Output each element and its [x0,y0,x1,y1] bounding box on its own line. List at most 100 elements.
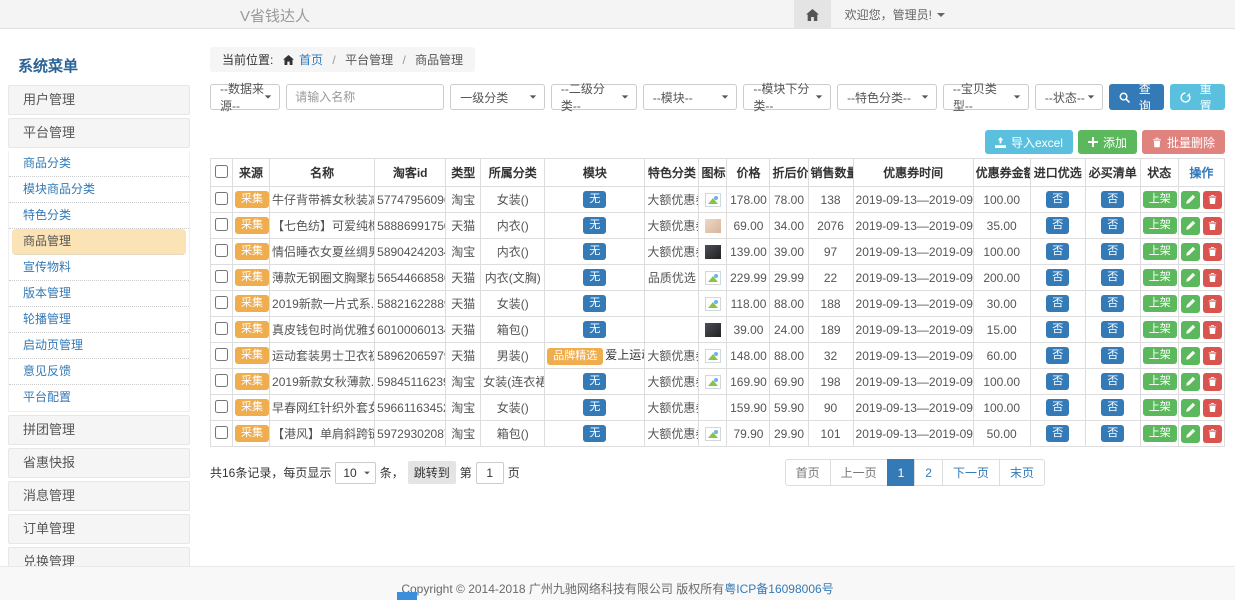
search-button[interactable]: 查询 [1109,84,1164,110]
filter-name-input[interactable] [286,84,444,110]
must-buy-badge[interactable]: 否 [1101,425,1124,442]
status-badge[interactable]: 上架 [1143,425,1177,442]
status-badge[interactable]: 上架 [1143,243,1177,260]
sidebar-subitem[interactable]: 商品管理 [12,229,186,255]
row-checkbox[interactable] [215,426,228,439]
row-checkbox[interactable] [215,270,228,283]
import-select-badge[interactable]: 否 [1046,321,1069,338]
delete-button[interactable] [1203,399,1222,417]
must-buy-badge[interactable]: 否 [1101,321,1124,338]
add-button[interactable]: 添加 [1078,130,1137,154]
filter-select-module[interactable]: --模块-- [643,84,738,110]
delete-button[interactable] [1203,217,1222,235]
import-excel-button[interactable]: 导入excel [985,130,1073,154]
select-all-checkbox[interactable] [215,165,228,178]
must-buy-badge[interactable]: 否 [1101,399,1124,416]
sidebar-subitem[interactable]: 轮播管理 [9,307,189,333]
sidebar-group[interactable]: 平台管理 [8,118,190,148]
sidebar-subitem[interactable]: 商品分类 [9,151,189,177]
edit-button[interactable] [1181,217,1200,235]
edit-button[interactable] [1181,243,1200,261]
must-buy-badge[interactable]: 否 [1101,269,1124,286]
sidebar-subitem[interactable]: 特色分类 [9,203,189,229]
delete-button[interactable] [1203,347,1222,365]
sidebar-subitem[interactable]: 宣传物料 [9,255,189,281]
page-button[interactable]: 末页 [999,459,1045,486]
filter-select-level1-category[interactable]: 一级分类 [450,84,545,110]
filter-select-feature-category[interactable]: --特色分类-- [837,84,937,110]
sidebar-subitem[interactable]: 启动页管理 [9,333,189,359]
row-checkbox[interactable] [215,348,228,361]
user-menu[interactable]: 欢迎您，管理员! [845,6,945,23]
edit-button[interactable] [1181,425,1200,443]
breadcrumb-home-link[interactable]: 首页 [299,53,323,67]
sidebar-subitem[interactable]: 版本管理 [9,281,189,307]
must-buy-badge[interactable]: 否 [1101,295,1124,312]
page-button[interactable]: 2 [914,459,943,486]
sidebar-subitem[interactable]: 模块商品分类 [9,177,189,203]
edit-button[interactable] [1181,321,1200,339]
must-buy-badge[interactable]: 否 [1101,373,1124,390]
sidebar-group[interactable]: 省惠快报 [8,448,190,478]
sidebar-group[interactable]: 拼团管理 [8,415,190,445]
delete-button[interactable] [1203,295,1222,313]
page-button[interactable]: 1 [887,459,916,486]
status-badge[interactable]: 上架 [1143,347,1177,364]
filter-select-status[interactable]: --状态-- [1035,84,1104,110]
filter-select-item-type[interactable]: --宝贝类型-- [943,84,1029,110]
edit-button[interactable] [1181,399,1200,417]
must-buy-badge[interactable]: 否 [1101,243,1124,260]
status-badge[interactable]: 上架 [1143,269,1177,286]
must-buy-badge[interactable]: 否 [1101,217,1124,234]
delete-button[interactable] [1203,269,1222,287]
import-select-badge[interactable]: 否 [1046,373,1069,390]
edit-button[interactable] [1181,347,1200,365]
filter-select-level2-category[interactable]: --二级分类-- [551,84,637,110]
batch-delete-button[interactable]: 批量删除 [1142,130,1225,154]
sidebar-group[interactable]: 订单管理 [8,514,190,544]
row-checkbox[interactable] [215,374,228,387]
sidebar-subitem[interactable]: 意见反馈 [9,359,189,385]
must-buy-badge[interactable]: 否 [1101,191,1124,208]
reset-button[interactable]: 重置 [1170,84,1225,110]
import-select-badge[interactable]: 否 [1046,243,1069,260]
import-select-badge[interactable]: 否 [1046,269,1069,286]
row-checkbox[interactable] [215,244,228,257]
import-select-badge[interactable]: 否 [1046,217,1069,234]
delete-button[interactable] [1203,191,1222,209]
delete-button[interactable] [1203,321,1222,339]
delete-button[interactable] [1203,243,1222,261]
status-badge[interactable]: 上架 [1143,321,1177,338]
sidebar-subitem[interactable]: 平台配置 [9,385,189,411]
sidebar-group[interactable]: 用户管理 [8,85,190,115]
per-page-select[interactable]: 10 [335,462,375,484]
home-button[interactable] [794,0,831,29]
status-badge[interactable]: 上架 [1143,295,1177,312]
row-checkbox[interactable] [215,322,228,335]
status-badge[interactable]: 上架 [1143,217,1177,234]
filter-select-data-source[interactable]: --数据来源-- [210,84,280,110]
icp-link[interactable]: 粤ICP备16098006号 [724,582,833,596]
status-badge[interactable]: 上架 [1143,191,1177,208]
row-checkbox[interactable] [215,218,228,231]
must-buy-badge[interactable]: 否 [1101,347,1124,364]
page-number-input[interactable] [476,462,504,484]
import-select-badge[interactable]: 否 [1046,191,1069,208]
import-select-badge[interactable]: 否 [1046,295,1069,312]
edit-button[interactable] [1181,295,1200,313]
filter-select-module-subcategory[interactable]: --模块下分类-- [743,84,831,110]
jump-button[interactable]: 跳转到 [408,461,456,484]
delete-button[interactable] [1203,425,1222,443]
import-select-badge[interactable]: 否 [1046,425,1069,442]
delete-button[interactable] [1203,373,1222,391]
edit-button[interactable] [1181,191,1200,209]
edit-button[interactable] [1181,269,1200,287]
row-checkbox[interactable] [215,192,228,205]
edit-button[interactable] [1181,373,1200,391]
status-badge[interactable]: 上架 [1143,373,1177,390]
row-checkbox[interactable] [215,400,228,413]
import-select-badge[interactable]: 否 [1046,347,1069,364]
status-badge[interactable]: 上架 [1143,399,1177,416]
page-button[interactable]: 上一页 [830,459,888,486]
sidebar-group[interactable]: 消息管理 [8,481,190,511]
